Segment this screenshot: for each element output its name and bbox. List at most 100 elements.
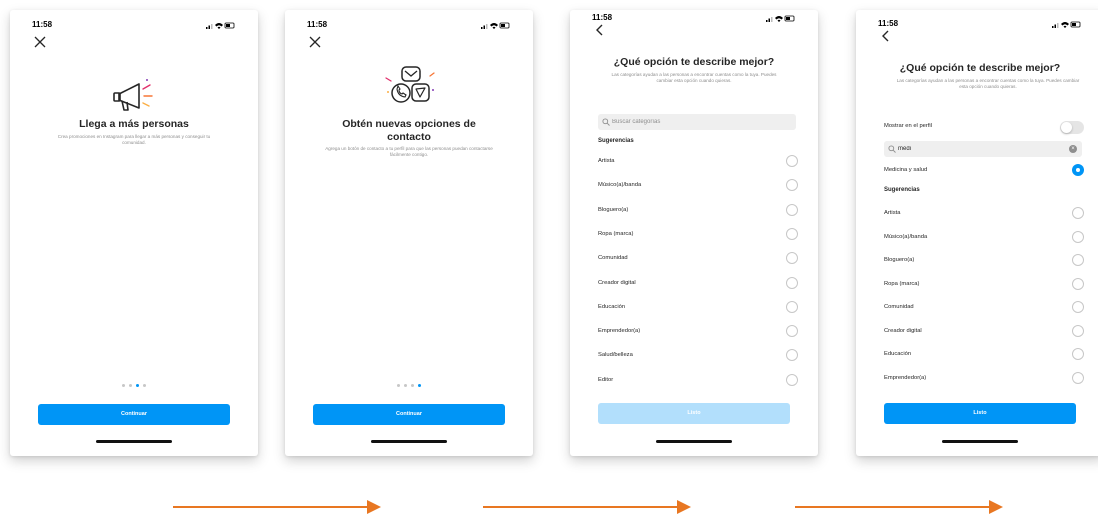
category-option[interactable]: Emprendedor(a) [598, 325, 798, 339]
page-dot [411, 384, 414, 387]
selected-category-row[interactable]: Medicina y salud [884, 164, 1084, 178]
category-option[interactable]: Editor [598, 373, 798, 388]
radio-icon[interactable] [786, 373, 798, 386]
category-option-label: Emprendedor(a) [598, 328, 641, 335]
continue-button[interactable]: Continuar [38, 404, 230, 425]
category-option[interactable]: Comunidad [884, 301, 1084, 315]
flow-arrow [483, 500, 691, 514]
category-option[interactable]: Artista [598, 155, 798, 169]
show-on-profile-toggle[interactable] [1060, 121, 1084, 134]
screen-choose-category: 11:58 ¿Qué opción te describe mejor? Las… [570, 10, 818, 456]
status-icons [206, 22, 235, 29]
flow-arrow [173, 500, 381, 514]
selected-category-label: Medicina y salud [884, 167, 928, 173]
clear-search-icon[interactable]: × [1069, 145, 1077, 153]
category-option[interactable]: Músico(a)/banda [598, 179, 798, 193]
radio-icon[interactable] [786, 227, 798, 240]
radio-icon[interactable] [1072, 348, 1084, 360]
category-option[interactable]: Comunidad [598, 252, 798, 266]
page-indicator [397, 384, 421, 387]
page-dot [143, 384, 146, 387]
radio-icon[interactable] [786, 252, 798, 265]
category-option-label: Creador digital [884, 327, 922, 334]
category-option-label: Artista [884, 210, 901, 216]
radio-selected-icon[interactable] [1072, 164, 1084, 176]
arrow-head [677, 500, 691, 514]
category-option-label: Salud/belleza [598, 352, 633, 359]
radio-icon[interactable] [1072, 277, 1084, 290]
radio-icon[interactable] [1072, 230, 1084, 243]
status-bar: 11:58 [32, 20, 236, 32]
page-dot-active [136, 384, 139, 387]
radio-icon[interactable] [786, 203, 798, 216]
category-option-label: Educación [598, 303, 626, 310]
page-title: ¿Qué opción te describe mejor? [613, 56, 775, 68]
done-button[interactable]: Listo [884, 403, 1076, 424]
category-option[interactable]: Ropa (marca) [884, 277, 1084, 292]
radio-icon[interactable] [786, 276, 798, 289]
category-option-label: Editor [598, 376, 614, 383]
close-icon[interactable] [309, 36, 321, 48]
radio-icon[interactable] [1072, 254, 1084, 266]
radio-icon[interactable] [786, 300, 798, 313]
category-option-label: Emprendedor(a) [884, 374, 927, 381]
page-description: Las categorías ayudan a las personas a e… [896, 78, 1080, 89]
status-icons [481, 22, 510, 29]
radio-icon[interactable] [1072, 371, 1084, 384]
category-option-label: Ropa (marca) [598, 230, 634, 237]
radio-icon[interactable] [1072, 324, 1084, 337]
category-option-label: Músico(a)/banda [598, 182, 642, 189]
category-option[interactable]: Bloguero(a) [884, 254, 1084, 268]
arrow-head [367, 500, 381, 514]
category-option[interactable]: Salud/belleza [598, 349, 798, 363]
status-bar: 11:58 [592, 13, 796, 25]
category-option[interactable]: Educación [598, 300, 798, 315]
category-option[interactable]: Bloguero(a) [598, 203, 798, 218]
page-dot [397, 384, 400, 387]
close-icon[interactable] [34, 36, 46, 48]
status-time: 11:58 [878, 19, 899, 28]
flow-arrow [795, 500, 1003, 514]
category-option-label: Bloguero(a) [884, 257, 915, 263]
radio-icon[interactable] [786, 325, 798, 338]
category-option-label: Bloguero(a) [598, 206, 629, 213]
category-option[interactable]: Músico(a)/banda [884, 230, 1084, 245]
radio-icon[interactable] [1072, 301, 1084, 313]
category-option[interactable]: Creador digital [598, 276, 798, 291]
home-indicator [656, 440, 732, 443]
screen-reach-more-people: 11:58 Llega a más personas Crea promocio… [10, 10, 258, 456]
category-search[interactable]: × [884, 141, 1082, 157]
category-option-label: Artista [598, 158, 615, 164]
category-option[interactable]: Artista [884, 207, 1084, 221]
radio-icon[interactable] [786, 155, 798, 167]
category-option[interactable]: Educación [884, 348, 1084, 362]
radio-icon[interactable] [786, 179, 798, 192]
page-dot [404, 384, 407, 387]
arrow-head [989, 500, 1003, 514]
done-button[interactable]: Listo [598, 403, 790, 424]
back-chevron-icon[interactable] [594, 24, 606, 36]
category-option[interactable]: Emprendedor(a) [884, 371, 1084, 386]
megaphone-icon [113, 79, 153, 111]
home-indicator [96, 440, 172, 443]
category-option[interactable]: Creador digital [884, 324, 1084, 339]
search-icon [602, 118, 610, 126]
page-title: Obtén nuevas opciones de contacto [342, 118, 476, 143]
show-on-profile-label: Mostrar en el perfil [884, 123, 933, 129]
arrow-line [483, 506, 679, 508]
category-option[interactable]: Ropa (marca) [598, 227, 798, 242]
back-chevron-icon[interactable] [880, 30, 892, 42]
category-search[interactable] [598, 114, 796, 130]
arrow-line [795, 506, 991, 508]
page-description: Agrega un botón de contacto a tu perfil … [325, 146, 493, 157]
category-option-label: Comunidad [598, 255, 628, 262]
search-input[interactable] [898, 141, 1066, 157]
status-time: 11:58 [592, 13, 613, 22]
category-option-label: Ropa (marca) [884, 280, 920, 287]
search-input[interactable] [612, 114, 780, 130]
radio-icon[interactable] [1072, 207, 1084, 219]
page-dot [122, 384, 125, 387]
continue-button[interactable]: Continuar [313, 404, 505, 425]
contact-options-icon [385, 66, 435, 103]
radio-icon[interactable] [786, 349, 798, 362]
